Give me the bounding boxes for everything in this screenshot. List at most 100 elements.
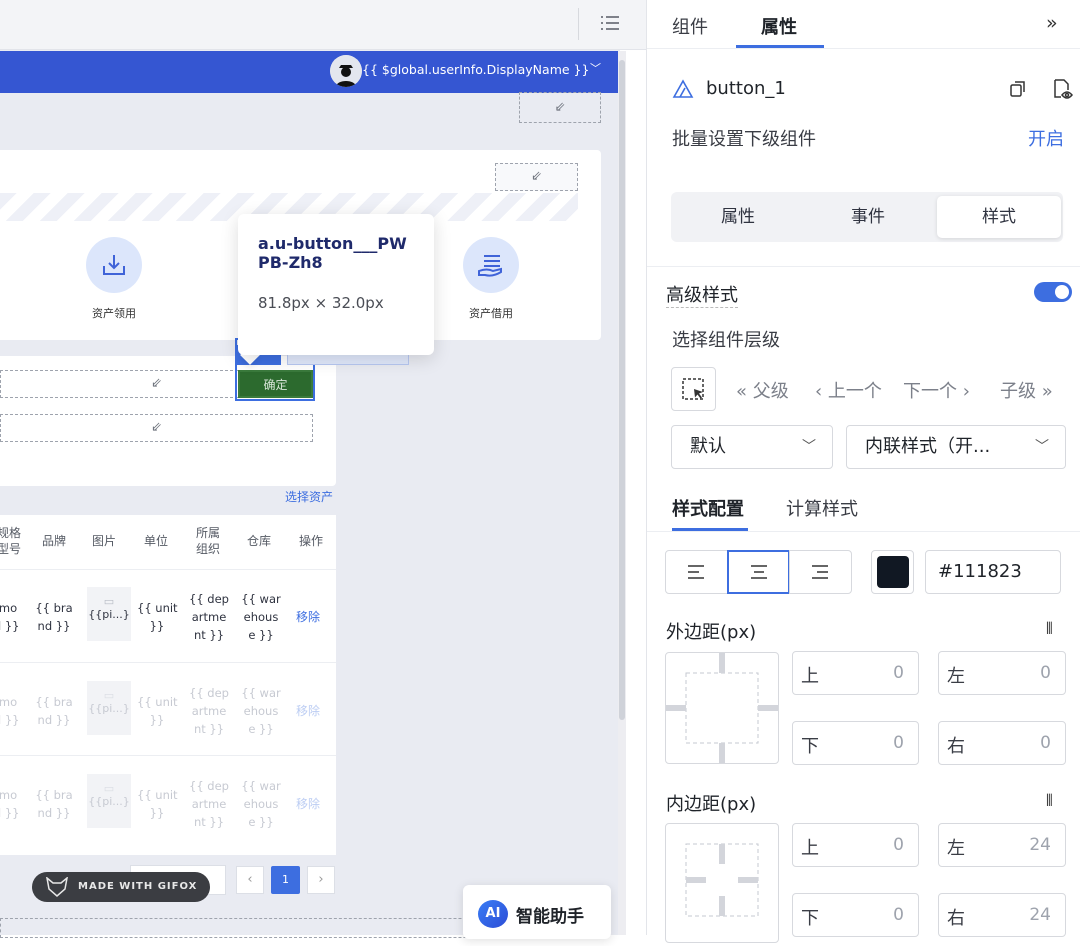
table-header-cell: 规格 型号 (0, 526, 21, 556)
drop-arrow-icon: ⇙ (554, 100, 566, 115)
prev-page-button[interactable]: ‹ (236, 866, 264, 894)
batch-set-toggle-link[interactable]: 开启 (1028, 125, 1064, 151)
previous-sibling-link[interactable]: ‹ 上一个 (815, 377, 882, 403)
drop-slot[interactable]: ⇙ (0, 414, 313, 442)
cell-unit: {{ unit }} (137, 788, 178, 820)
batch-set-label: 批量设置下级组件 (672, 129, 816, 150)
image-placeholder-icon: ▭ (103, 595, 115, 608)
padding-top-input[interactable]: 上0 (792, 823, 919, 867)
segment-attributes[interactable]: 属性 (676, 196, 800, 238)
drop-slot[interactable]: ⇙ (495, 163, 578, 191)
image-placeholder-icon: ▭ (103, 689, 115, 702)
page-number-button[interactable]: 1 (271, 866, 300, 894)
row-divider (0, 662, 336, 663)
layer-select-label: 选择组件层级 (672, 330, 780, 351)
tooltip-selector: a.u-button___PWPB-Zh8 (258, 234, 407, 272)
margin-left-input[interactable]: 左0 (938, 651, 1066, 695)
drop-arrow-icon: ⇙ (151, 420, 162, 435)
align-right-icon (812, 565, 828, 579)
table-header-cell: 仓库 (246, 534, 271, 548)
remove-link[interactable]: 移除 (296, 795, 320, 812)
cell-unit: {{ unit }} (137, 601, 178, 633)
tab-properties[interactable]: 属性 (761, 13, 797, 39)
row-divider (0, 755, 336, 756)
margin-top-input[interactable]: 上0 (792, 651, 919, 695)
toolbar-separator (578, 8, 579, 40)
cell-brand: {{ bra nd }} (35, 788, 73, 820)
row-divider (0, 569, 336, 570)
advanced-style-label: 高级样式 (666, 281, 738, 308)
state-select[interactable]: 默认 ﹀ (671, 425, 833, 469)
ai-assistant-label[interactable]: 智能助手 (516, 902, 584, 927)
segment-events[interactable]: 事件 (806, 196, 930, 238)
chevron-down-icon: ﹀ (802, 439, 816, 455)
style-mode-select[interactable]: 内联样式（开... ﹀ (846, 425, 1066, 469)
tab-bar-border (647, 48, 1080, 49)
tab-components[interactable]: 组件 (672, 13, 708, 39)
user-display-name[interactable]: {{ $global.userInfo.DisplayName }} (362, 60, 589, 80)
color-swatch[interactable] (877, 556, 909, 588)
padding-bottom-input[interactable]: 下0 (792, 893, 919, 937)
next-page-button[interactable]: › (307, 866, 335, 894)
section-divider (647, 266, 1080, 267)
canvas-toolbar (0, 0, 646, 50)
margin-box-diagram[interactable] (665, 652, 779, 764)
copy-icon[interactable] (1008, 79, 1028, 99)
asset-table: 规格 型号 品牌 图片 单位 所属 组织 仓库 操作 mo l }} {{ br… (0, 515, 336, 855)
padding-left-input[interactable]: 左 24 (938, 823, 1066, 867)
tab-computed-style[interactable]: 计算样式 (786, 495, 858, 521)
user-avatar[interactable] (330, 55, 362, 87)
align-left-button[interactable] (665, 550, 728, 594)
table-header-cell: 单位 (143, 534, 168, 548)
tab-style-config[interactable]: 样式配置 (672, 495, 744, 521)
pick-element-button[interactable] (671, 367, 716, 411)
cell-warehouse: {{ war ehous e }} (241, 779, 281, 829)
cell-department: {{ dep artme nt }} (189, 592, 229, 642)
choose-asset-link[interactable]: 选择资产 (285, 488, 333, 505)
margin-label: 外边距(px) (666, 622, 757, 643)
element-inspect-tooltip: a.u-button___PWPB-Zh8 81.8px × 32.0px (238, 214, 434, 355)
padding-box-diagram[interactable] (665, 823, 779, 943)
preview-eye-icon[interactable] (1050, 77, 1074, 101)
padding-label: 内边距(px) (666, 794, 757, 815)
child-level-link[interactable]: 子级 » (1000, 377, 1053, 403)
table-header-cell: 图片 (91, 534, 116, 548)
next-sibling-link[interactable]: 下一个 › (903, 377, 970, 403)
ai-logo-icon[interactable]: AI (478, 900, 508, 928)
cell-warehouse: {{ war ehous e }} (241, 686, 281, 736)
drop-arrow-icon: ⇙ (531, 169, 542, 184)
collapse-panel-icon[interactable]: » (1046, 12, 1058, 34)
drop-arrow-icon: ⇙ (151, 376, 162, 391)
table-header-cell: 品牌 (41, 534, 66, 548)
cell-image: ▭ {{pi...} (87, 681, 131, 735)
component-type-icon (672, 78, 694, 100)
align-left-icon (688, 565, 704, 579)
cell-brand: {{ bra nd }} (35, 695, 73, 727)
margin-bottom-input[interactable]: 下0 (792, 721, 919, 765)
unlink-icon[interactable]: ⫴ (1046, 619, 1053, 639)
remove-link[interactable]: 移除 (296, 608, 320, 625)
outline-list-icon[interactable] (598, 12, 624, 36)
segment-style[interactable]: 样式 (937, 196, 1061, 238)
chevron-down-icon: ﹀ (1035, 439, 1049, 455)
parent-level-link[interactable]: « 父级 (736, 377, 789, 403)
cell-unit: {{ unit }} (137, 695, 178, 727)
canvas-scrollbar-thumb[interactable] (619, 60, 625, 720)
drop-slot[interactable]: ⇙ (519, 92, 601, 123)
table-header-cell: 操作 (298, 534, 323, 548)
cell-model: mo l }} (0, 788, 20, 820)
hand-stack-icon[interactable] (463, 237, 519, 293)
unlink-icon[interactable]: ⫴ (1046, 791, 1053, 811)
switch-knob[interactable] (1055, 285, 1069, 299)
align-center-button[interactable] (727, 550, 790, 594)
remove-link[interactable]: 移除 (296, 702, 320, 719)
download-tray-icon[interactable] (86, 237, 142, 293)
cell-brand: {{ bra nd }} (35, 601, 73, 633)
confirm-button[interactable]: 确定 (238, 370, 313, 398)
margin-right-input[interactable]: 右0 (938, 721, 1066, 765)
padding-right-input[interactable]: 右 24 (938, 893, 1066, 937)
chevron-down-icon[interactable]: ﹀ (590, 60, 601, 76)
cell-department: {{ dep artme nt }} (189, 779, 229, 829)
color-hex-input[interactable]: #111823 (925, 550, 1061, 594)
align-right-button[interactable] (789, 550, 852, 594)
